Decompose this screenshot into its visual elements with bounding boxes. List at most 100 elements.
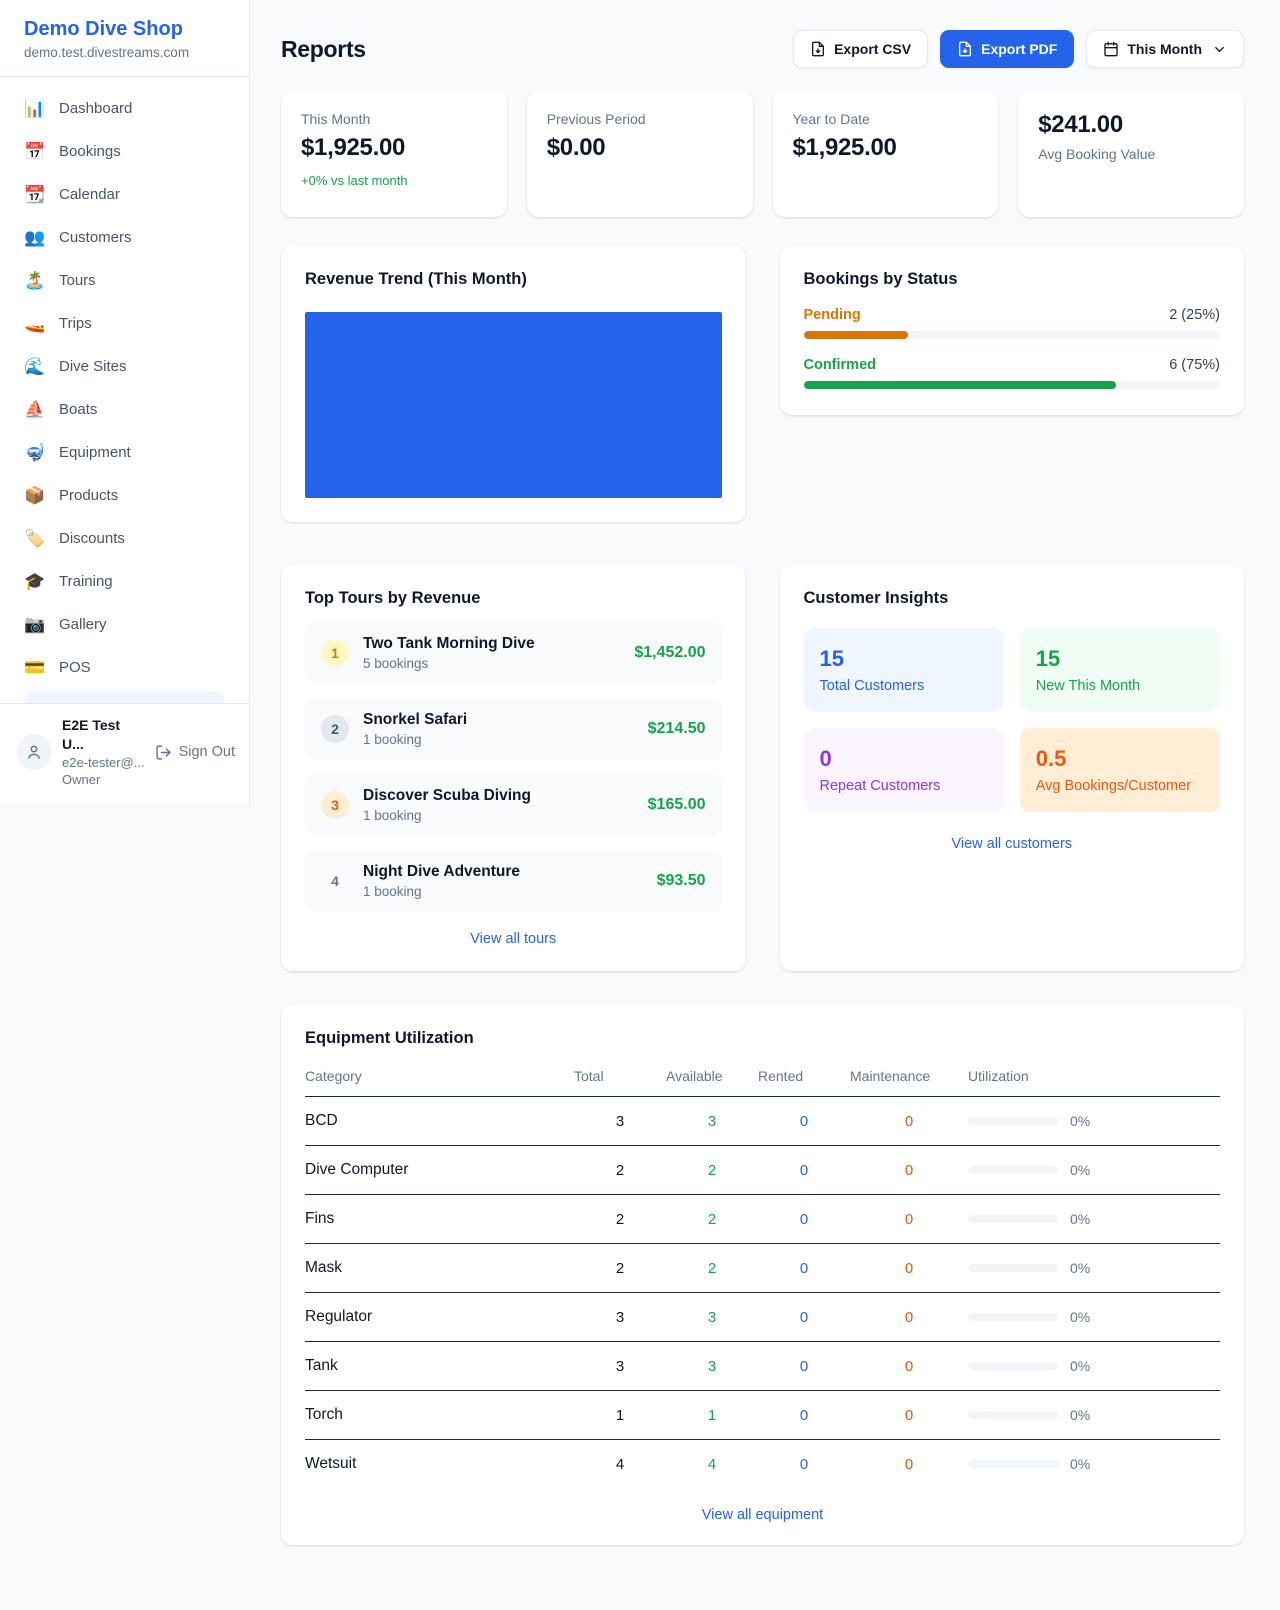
- sidebar-item-label: Products: [59, 487, 118, 504]
- equipment-category: Fins: [305, 1195, 574, 1244]
- equipment-category: Dive Computer: [305, 1146, 574, 1195]
- sidebar-item-trips[interactable]: 🚤 Trips: [12, 302, 237, 345]
- utilization-percent: 0%: [1070, 1309, 1090, 1325]
- equipment-category: Regulator: [305, 1293, 574, 1342]
- customer-insights-card: Customer Insights 15 Total Customers 15 …: [780, 565, 1245, 971]
- sidebar-item-label: Training: [59, 573, 113, 590]
- tour-name: Two Tank Morning Dive: [363, 635, 620, 653]
- tile-total-customers: 15 Total Customers: [804, 628, 1004, 712]
- stat-label: This Month: [301, 111, 487, 127]
- utilization-percent: 0%: [1070, 1113, 1090, 1129]
- period-dropdown[interactable]: This Month: [1086, 30, 1244, 68]
- equipment-total: 2: [574, 1146, 666, 1195]
- sidebar-item-label: Dashboard: [59, 100, 132, 117]
- sidebar-item-tours[interactable]: 🏝️ Tours: [12, 259, 237, 302]
- col-total: Total: [574, 1054, 666, 1097]
- sidebar-item-discounts[interactable]: 🏷️ Discounts: [12, 517, 237, 560]
- sidebar-item-equipment[interactable]: 🤿 Equipment: [12, 431, 237, 474]
- tile-avg-bookings-customer: 0.5 Avg Bookings/Customer: [1020, 728, 1220, 812]
- sidebar-item-products[interactable]: 📦 Products: [12, 474, 237, 517]
- sidebar-item-gallery[interactable]: 📷 Gallery: [12, 603, 237, 646]
- table-row: BCD 3 3 0 0 0%: [305, 1097, 1220, 1146]
- tile-label: Total Customers: [820, 678, 988, 694]
- stat-value: $1,925.00: [793, 134, 979, 162]
- insights-row: Top Tours by Revenue 1 Two Tank Morning …: [281, 565, 1244, 971]
- sidebar-item-dashboard[interactable]: 📊 Dashboard: [12, 87, 237, 130]
- equipment-maintenance: 0: [850, 1244, 968, 1293]
- person-icon: [25, 743, 43, 761]
- sign-out-label: Sign Out: [179, 744, 235, 760]
- equipment-rented: 0: [758, 1146, 850, 1195]
- export-csv-label: Export CSV: [834, 41, 911, 57]
- equipment-total: 4: [574, 1440, 666, 1489]
- view-all-customers-link[interactable]: View all customers: [804, 836, 1221, 852]
- calendar-icon: [1103, 41, 1119, 57]
- file-download-icon: [957, 41, 973, 57]
- equipment-rented: 0: [758, 1195, 850, 1244]
- shop-subdomain: demo.test.divestreams.com: [24, 45, 225, 60]
- view-all-tours-link[interactable]: View all tours: [305, 931, 722, 947]
- equipment-maintenance: 0: [850, 1146, 968, 1195]
- sailboat-icon: ⛵: [24, 400, 46, 420]
- tour-name: Discover Scuba Diving: [363, 787, 634, 805]
- shop-name[interactable]: Demo Dive Shop: [24, 18, 225, 41]
- status-row-pending: Pending 2 (25%): [804, 307, 1221, 339]
- equipment-rented: 0: [758, 1293, 850, 1342]
- status-count: 6 (75%): [1169, 357, 1220, 373]
- stat-cards: This Month $1,925.00 +0% vs last month P…: [281, 91, 1244, 217]
- equipment-rented: 0: [758, 1391, 850, 1440]
- rank-badge: 2: [321, 715, 349, 743]
- bookings-by-status-title: Bookings by Status: [804, 270, 1221, 289]
- sidebar-item-boats[interactable]: ⛵ Boats: [12, 388, 237, 431]
- package-icon: 📦: [24, 486, 46, 506]
- equipment-maintenance: 0: [850, 1440, 968, 1489]
- equipment-available: 4: [666, 1440, 758, 1489]
- brand-block: Demo Dive Shop demo.test.divestreams.com: [0, 0, 249, 77]
- utilization-bar: [968, 1313, 1058, 1321]
- tag-icon: 🏷️: [24, 529, 46, 549]
- equipment-category: BCD: [305, 1097, 574, 1146]
- credit-card-icon: 💳: [24, 658, 46, 678]
- col-utilization: Utilization: [968, 1054, 1220, 1097]
- equipment-available: 2: [666, 1146, 758, 1195]
- table-row: Torch 1 1 0 0 0%: [305, 1391, 1220, 1440]
- utilization-percent: 0%: [1070, 1407, 1090, 1423]
- table-row: Wetsuit 4 4 0 0 0%: [305, 1440, 1220, 1489]
- export-csv-button[interactable]: Export CSV: [793, 30, 928, 68]
- equipment-category: Tank: [305, 1342, 574, 1391]
- tours-island-icon: 🏝️: [24, 271, 46, 291]
- tour-revenue: $214.50: [648, 720, 706, 738]
- tile-label: Repeat Customers: [820, 778, 988, 794]
- stat-delta: +0% vs last month: [301, 173, 487, 188]
- tour-name: Night Dive Adventure: [363, 863, 643, 881]
- stat-card-year-to-date: Year to Date $1,925.00: [773, 91, 999, 217]
- sidebar-item-reports-active-partial[interactable]: [24, 691, 225, 703]
- equipment-rented: 0: [758, 1440, 850, 1489]
- utilization-bar: [968, 1460, 1058, 1468]
- equipment-category: Mask: [305, 1244, 574, 1293]
- sidebar-item-dive-sites[interactable]: 🌊 Dive Sites: [12, 345, 237, 388]
- sidebar-item-training[interactable]: 🎓 Training: [12, 560, 237, 603]
- stat-card-previous-period: Previous Period $0.00: [527, 91, 753, 217]
- trips-speedboat-icon: 🚤: [24, 314, 46, 334]
- user-info: E2E Test U... e2e-tester@... Owner: [62, 716, 145, 789]
- col-maintenance: Maintenance: [850, 1054, 968, 1097]
- revenue-trend-card: Revenue Trend (This Month): [281, 246, 746, 522]
- tour-revenue: $93.50: [657, 872, 706, 890]
- sidebar-item-label: Customers: [59, 229, 132, 246]
- view-all-equipment-link[interactable]: View all equipment: [305, 1507, 1220, 1523]
- export-pdf-button[interactable]: Export PDF: [940, 30, 1074, 68]
- equipment-utilization-title: Equipment Utilization: [305, 1029, 1220, 1048]
- equipment-total: 3: [574, 1342, 666, 1391]
- equipment-available: 3: [666, 1097, 758, 1146]
- equipment-total: 2: [574, 1244, 666, 1293]
- sidebar-nav: 📊 Dashboard 📅 Bookings 📆 Calendar 👥 Cust…: [0, 77, 249, 703]
- tile-value: 0: [820, 746, 988, 772]
- avatar: [16, 734, 52, 770]
- sidebar-item-bookings[interactable]: 📅 Bookings: [12, 130, 237, 173]
- sign-out-button[interactable]: Sign Out: [155, 744, 235, 761]
- sidebar-item-calendar[interactable]: 📆 Calendar: [12, 173, 237, 216]
- status-count: 2 (25%): [1169, 307, 1220, 323]
- sidebar-item-pos[interactable]: 💳 POS: [12, 646, 237, 689]
- sidebar-item-customers[interactable]: 👥 Customers: [12, 216, 237, 259]
